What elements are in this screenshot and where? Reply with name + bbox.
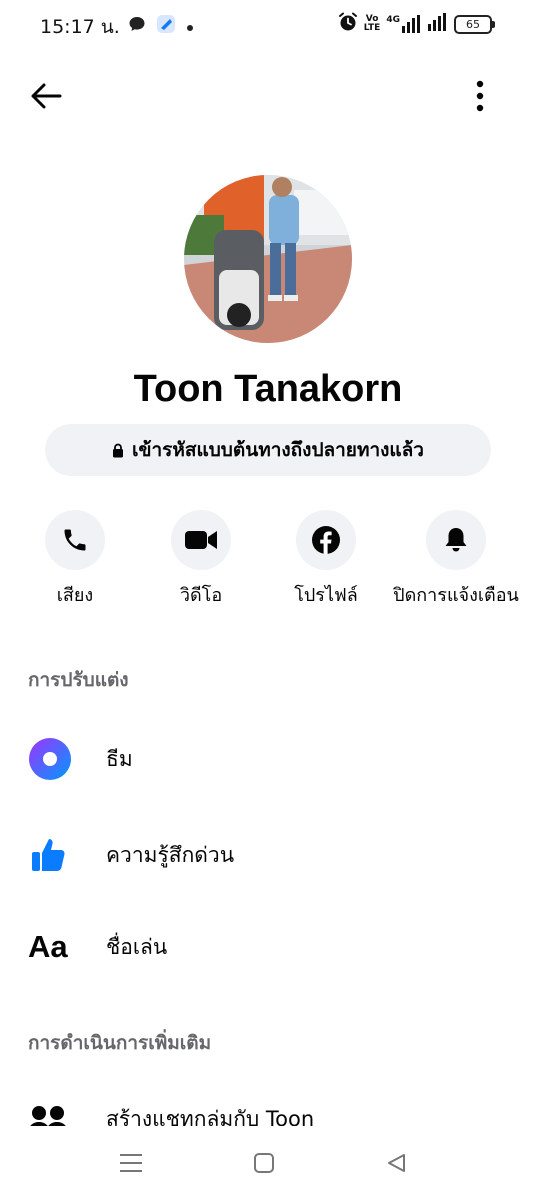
back-nav-button[interactable] (381, 1148, 411, 1178)
facebook-icon (312, 526, 340, 554)
video-call-button[interactable] (171, 510, 231, 570)
action-video-call[interactable]: วิดีโอ (131, 510, 271, 609)
back-arrow-icon (31, 83, 62, 109)
lock-icon (113, 443, 124, 457)
action-profile[interactable]: โปรไฟล์ (256, 510, 396, 609)
status-time: 15:17 น. (40, 16, 120, 38)
theme-icon (29, 738, 71, 780)
status-bar: 15:17 น. Vo LTE 4G 65 (0, 0, 536, 48)
profile-button[interactable] (296, 510, 356, 570)
voice-call-button[interactable] (45, 510, 105, 570)
app-notification-icon (156, 14, 176, 38)
signal-strength-icon-2 (428, 13, 448, 35)
mute-notifications-button[interactable] (426, 510, 486, 570)
header (0, 70, 536, 120)
notification-icons (128, 14, 194, 38)
action-mute-notifications[interactable]: ปิดการแจ้งเตือน (386, 510, 526, 609)
recent-apps-button[interactable] (116, 1148, 146, 1178)
triangle-back-icon (388, 1154, 405, 1172)
more-options-button[interactable] (468, 78, 492, 114)
profile-name: Toon Tanakorn (133, 368, 403, 410)
system-navigation-bar (0, 1126, 536, 1200)
voice-call-label: เสียง (56, 585, 94, 606)
menu-lines-icon (120, 1154, 142, 1172)
profile-label: โปรไฟล์ (294, 585, 358, 606)
home-button[interactable] (249, 1148, 279, 1178)
quick-actions: เสียง วิดีโอ โปรไฟล์ ปิดการแจ้งเตือน (0, 510, 536, 610)
battery-indicator: 65 (454, 14, 495, 34)
bell-icon (445, 528, 467, 552)
profile-avatar[interactable] (184, 175, 352, 343)
menu-item-label: ธีม (106, 746, 133, 771)
menu-item-quick-reaction[interactable]: ความรู้สึกด่วน (0, 820, 536, 890)
menu-item-theme[interactable]: ธีม (0, 724, 536, 794)
system-status-icons: Vo LTE 4G 65 (338, 12, 495, 36)
section-title-customization: การปรับแต่ง (28, 669, 129, 691)
menu-item-nickname[interactable]: Aa ชื่อเล่น (0, 912, 536, 982)
section-title-more-actions: การดำเนินการเพิ่มเติม (28, 1032, 212, 1054)
video-call-label: วิดีโอ (179, 585, 223, 606)
profile-photo (184, 175, 352, 343)
encryption-label: เข้ารหัสแบบต้นทางถึงปลายทางแล้ว (132, 439, 424, 461)
volte-indicator: Vo LTE (363, 14, 381, 33)
encryption-status[interactable]: เข้ารหัสแบบต้นทางถึงปลายทางแล้ว (45, 424, 491, 476)
mute-notifications-label: ปิดการแจ้งเตือน (393, 585, 519, 606)
video-camera-icon (185, 531, 217, 549)
text-aa-icon: Aa (28, 929, 68, 964)
signal-strength-icon-1: 4G (386, 15, 422, 33)
phone-icon (64, 529, 86, 551)
thumbs-up-icon (32, 839, 65, 871)
back-button[interactable] (28, 78, 64, 114)
menu-item-label: ความรู้สึกด่วน (106, 842, 235, 867)
alarm-icon (338, 12, 358, 36)
square-home-icon (254, 1153, 274, 1173)
chat-bubble-icon (128, 15, 146, 37)
action-voice-call[interactable]: เสียง (5, 510, 145, 609)
vertical-dots-icon (476, 80, 484, 112)
more-notifications-dot-icon (186, 17, 194, 36)
menu-item-label: ชื่อเล่น (106, 934, 168, 959)
